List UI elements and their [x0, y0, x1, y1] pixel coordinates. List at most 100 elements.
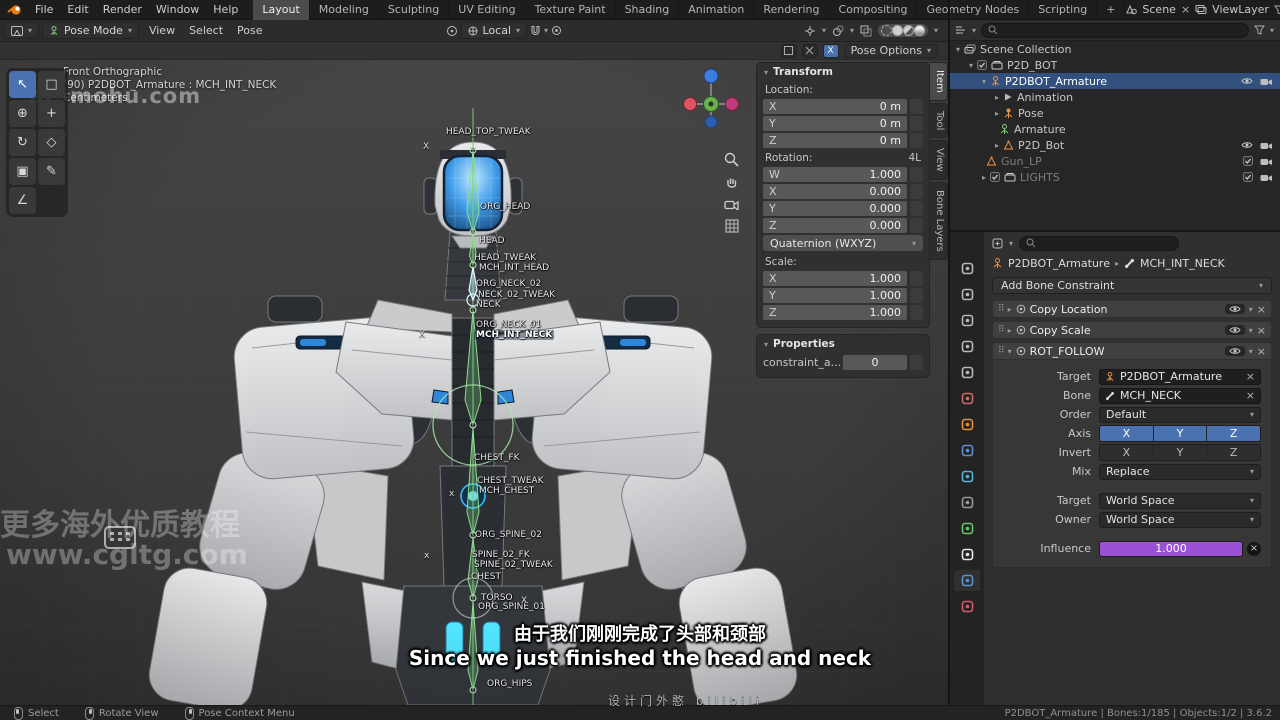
- value-field[interactable]: Z0 m: [763, 132, 907, 148]
- outliner-filter-dropdown[interactable]: ▾: [1270, 26, 1274, 35]
- snap-dropdown[interactable]: ▾: [544, 26, 548, 35]
- hide-viewport-eye-icon[interactable]: [1241, 77, 1253, 85]
- workspace-tab-shading[interactable]: Shading: [616, 0, 680, 20]
- drag-handle-icon[interactable]: ⠿: [998, 346, 1005, 356]
- axis-z-toggle[interactable]: Z: [1207, 426, 1260, 441]
- expand-icon[interactable]: ▸: [1008, 326, 1012, 335]
- properties-tab-world[interactable]: [954, 388, 980, 409]
- owner-space-dropdown[interactable]: World Space ▾: [1099, 511, 1261, 528]
- outliner-row-p2d_bot[interactable]: ▾ P2D_BOT: [950, 57, 1280, 73]
- blender-logo-icon[interactable]: [7, 4, 22, 16]
- value-field[interactable]: X 0.000: [763, 183, 907, 199]
- properties-tab-bone-constraint[interactable]: [954, 570, 980, 591]
- gizmos-toggle-icon[interactable]: [804, 25, 816, 37]
- value-field[interactable]: Y0 m: [763, 115, 907, 131]
- invert-y-toggle[interactable]: Y: [1153, 445, 1208, 460]
- rotate-tool[interactable]: ↻: [9, 129, 36, 156]
- shading-wireframe-icon[interactable]: [880, 25, 892, 36]
- rotation-mode-selector[interactable]: Quaternion (WXYZ) ▾: [763, 235, 923, 251]
- viewport-menu-view[interactable]: View: [142, 21, 182, 41]
- pan-hand-icon[interactable]: [725, 176, 739, 190]
- disable-render-camera-icon[interactable]: [1260, 77, 1272, 86]
- clear-bone-button[interactable]: ×: [1246, 390, 1255, 401]
- proportional-edit-icon[interactable]: [551, 25, 562, 36]
- eye-icon[interactable]: [1229, 326, 1241, 334]
- influence-clear-button[interactable]: ×: [1247, 541, 1261, 556]
- transform-panel-header[interactable]: ▾ Transform: [757, 63, 929, 81]
- decorator-button[interactable]: [910, 166, 923, 182]
- properties-tab-view-layer[interactable]: [954, 336, 980, 357]
- invert-z-toggle[interactable]: Z: [1207, 445, 1260, 460]
- snap-base-icon[interactable]: [801, 43, 818, 58]
- properties-tab-texture[interactable]: [954, 596, 980, 617]
- drag-handle-icon[interactable]: ⠿: [998, 304, 1005, 314]
- decorator-button[interactable]: [910, 270, 923, 286]
- tweak-select-tool[interactable]: ↖: [9, 71, 36, 98]
- workspace-tab-modeling[interactable]: Modeling: [310, 0, 379, 20]
- influence-slider[interactable]: 1.000: [1099, 540, 1243, 557]
- axis-x-toggle[interactable]: X: [1100, 426, 1154, 441]
- value-field[interactable]: W 1.000: [763, 166, 907, 182]
- collection-checkbox[interactable]: [990, 172, 1001, 182]
- decorator-button[interactable]: [910, 217, 923, 233]
- select-box-tool[interactable]: □: [38, 71, 65, 98]
- constraint-copy-scale[interactable]: ⠿ ▸ Copy Scale ▾ ×: [992, 321, 1272, 339]
- gizmos-dropdown[interactable]: ▾: [822, 26, 826, 35]
- collapse-icon[interactable]: ▾: [1008, 347, 1012, 356]
- workspace-tab-uv-editing[interactable]: UV Editing: [449, 0, 526, 20]
- decorator-button[interactable]: [910, 304, 923, 320]
- outliner-search-input[interactable]: [981, 22, 1249, 38]
- measure-tool[interactable]: ∠: [9, 187, 36, 214]
- shading-material-icon[interactable]: [902, 25, 914, 36]
- menubar-menu-render[interactable]: Render: [96, 0, 149, 20]
- pose-options-dropdown[interactable]: Pose Options ▾: [843, 43, 938, 58]
- outliner-row-lights[interactable]: ▸ LIGHTS: [950, 169, 1280, 185]
- clear-target-button[interactable]: ×: [1246, 371, 1255, 382]
- outliner-row-p2dbot_armature[interactable]: ▾ P2DBOT_Armature: [950, 73, 1280, 89]
- decorator-button[interactable]: [910, 200, 923, 216]
- outliner-editor-type-icon[interactable]: [956, 25, 967, 35]
- collection-checkbox[interactable]: [977, 60, 988, 70]
- transform-pivot-icon[interactable]: [446, 25, 458, 37]
- delete-constraint-button[interactable]: ×: [1257, 304, 1266, 315]
- decorator-button[interactable]: [910, 115, 923, 131]
- hide-viewport-eye-icon[interactable]: [1241, 141, 1253, 149]
- constraint-extras-dropdown[interactable]: ▾: [1249, 326, 1253, 335]
- menubar-menu-window[interactable]: Window: [149, 0, 206, 20]
- custom-prop-value[interactable]: 0: [843, 354, 907, 370]
- transform-tool[interactable]: ▣: [9, 158, 36, 185]
- properties-tab-tool[interactable]: [954, 258, 980, 279]
- axis-y-toggle[interactable]: Y: [1153, 426, 1208, 441]
- constraint-extras-dropdown[interactable]: ▾: [1249, 347, 1253, 356]
- outliner-row-armature[interactable]: Armature: [950, 121, 1280, 137]
- overlays-dropdown[interactable]: ▾: [850, 26, 854, 35]
- editor-type-button[interactable]: ▾: [4, 22, 40, 39]
- viewport-menu-pose[interactable]: Pose: [230, 21, 269, 41]
- properties-tab-physics[interactable]: [954, 466, 980, 487]
- navigation-gizmo[interactable]: [678, 64, 744, 137]
- properties-editor-type-icon[interactable]: [992, 238, 1003, 249]
- delete-constraint-button[interactable]: ×: [1257, 346, 1266, 357]
- expand-icon[interactable]: ▸: [995, 109, 999, 118]
- properties-tab-object-constraint[interactable]: [954, 492, 980, 513]
- workspace-tab-animation[interactable]: Animation: [679, 0, 755, 20]
- expand-icon[interactable]: ▸: [995, 93, 999, 102]
- order-dropdown[interactable]: Default ▾: [1099, 406, 1261, 423]
- expand-icon[interactable]: ▸: [1008, 305, 1012, 314]
- breadcrumb-object[interactable]: P2DBOT_Armature: [1008, 257, 1110, 270]
- mode-selector[interactable]: Pose Mode ▾: [42, 22, 139, 39]
- value-field[interactable]: Y 0.000: [763, 200, 907, 216]
- xray-toggle-icon[interactable]: [860, 25, 872, 37]
- value-field[interactable]: Z 1.000: [763, 304, 907, 320]
- workspace-tab-sculpting[interactable]: Sculpting: [379, 0, 450, 20]
- shading-dropdown[interactable]: ▾: [934, 26, 938, 35]
- properties-tab-object[interactable]: [954, 414, 980, 435]
- value-field[interactable]: Y 1.000: [763, 287, 907, 303]
- scale-tool[interactable]: ◇: [38, 129, 65, 156]
- n-panel-tab-bone-layers[interactable]: Bone Layers: [930, 181, 948, 260]
- properties-tab-render[interactable]: [954, 284, 980, 305]
- n-panel-tab-item[interactable]: Item: [930, 62, 948, 101]
- zoom-icon[interactable]: [724, 152, 739, 167]
- delete-constraint-button[interactable]: ×: [1257, 325, 1266, 336]
- eye-icon[interactable]: [1229, 347, 1241, 355]
